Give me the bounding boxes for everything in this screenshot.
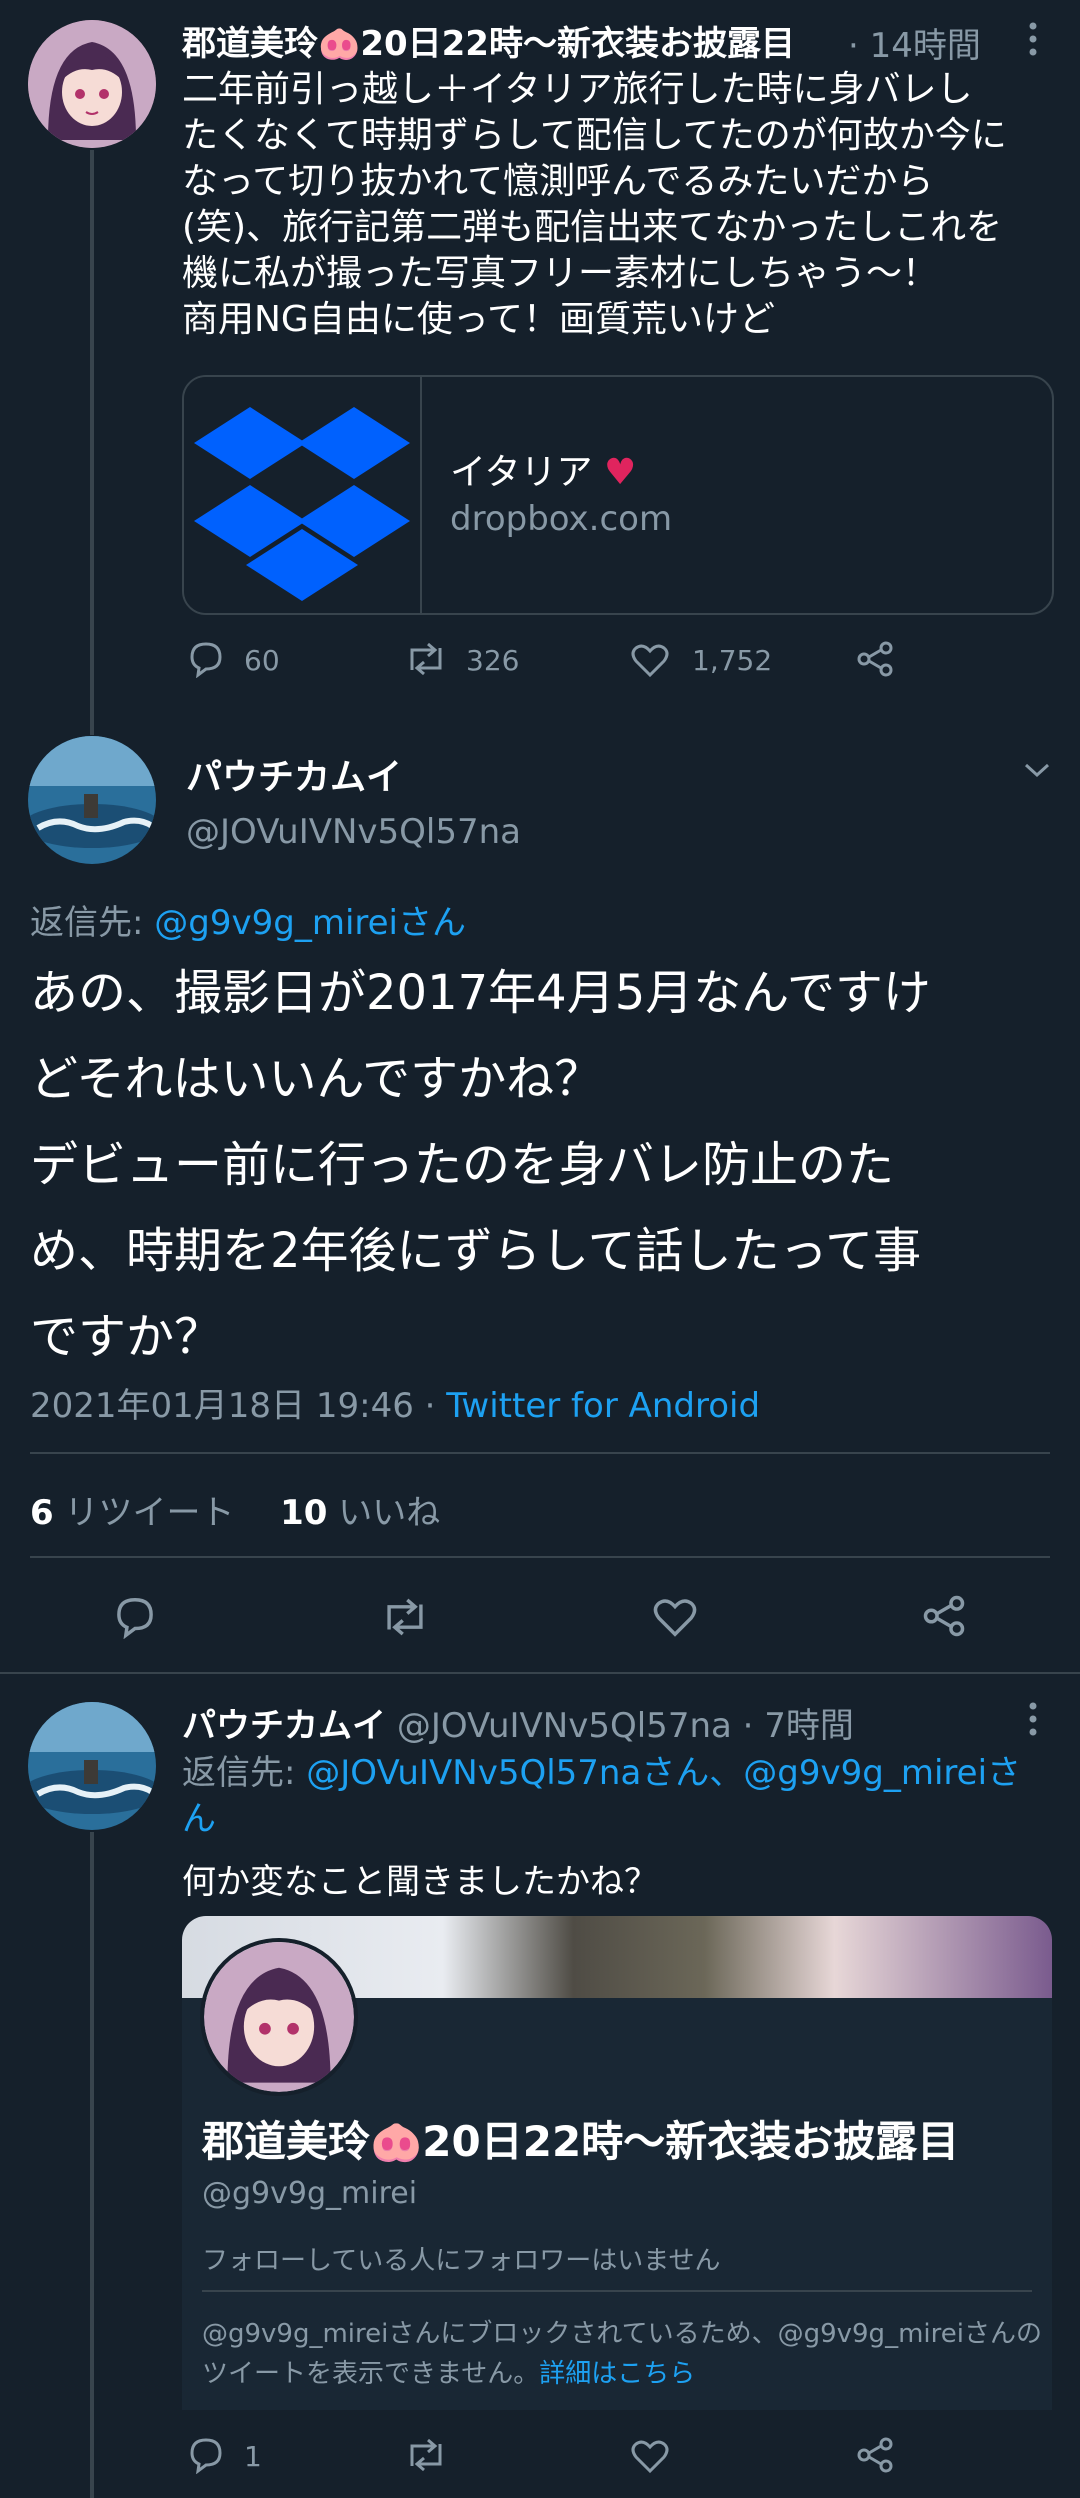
details-link[interactable]: 詳細はこちら (539, 2359, 695, 2389)
main-tweet-text: あの、撮影日が2017年4月5月なんですけ どそれはいいんですかね？ デビュー前… (30, 950, 931, 1380)
link-card[interactable]: イタリア ♥ dropbox.com (182, 375, 1054, 615)
author-name[interactable]: 郡道美玲🐽20日22時〜新衣装お披露目 (182, 16, 795, 65)
reply-to: 返信先: @JOVuIVNv5Ql57naさん、@g9v9g_mireiさ ん (182, 1750, 1021, 1842)
author-name[interactable]: パウチカムイ (182, 1706, 386, 1746)
tweet-text-line: 機に私が撮った写真フリー素材にしちゃう〜！ (182, 253, 939, 294)
more-options-icon[interactable] (1024, 1700, 1042, 1740)
avatar (200, 1938, 358, 2096)
thread-line (90, 1832, 94, 2498)
like-count: 1,752 (692, 644, 773, 677)
reply-icon[interactable] (186, 2436, 226, 2474)
followers-note: フォローしている人にフォロワーはいません (202, 2246, 721, 2276)
share-icon[interactable] (856, 2436, 894, 2474)
author-name[interactable]: パウチカムイ (186, 748, 402, 800)
tweet-client-link[interactable]: Twitter for Android (446, 1386, 760, 1426)
tweet-text-line: なって切り抜かれて憶測呼んでるみたいだから (182, 161, 934, 202)
heart-emoji-icon: ♥ (604, 452, 637, 493)
reply-to-link[interactable]: @JOVuIVNv5Ql57naさん、@g9v9g_mireiさ (306, 1753, 1021, 1793)
engagement-stats: 6 リツイート 10 いいね (30, 1485, 440, 1534)
reply-to-link[interactable]: @g9v9g_mireiさん (154, 903, 466, 943)
blocked-line: @g9v9g_mireiさんにブロックされているため、@g9v9g_mireiさ… (202, 2319, 1042, 2349)
like-icon[interactable] (652, 1596, 698, 1638)
tweet-text-line: 商用NG自由に使って！画質荒いけど (182, 299, 776, 340)
tweet-text-line: デビュー前に行ったのを身バレ防止のた (30, 1137, 895, 1193)
like-icon[interactable] (630, 642, 670, 678)
retweet-icon[interactable] (404, 2436, 448, 2474)
like-total: 10 (280, 1493, 328, 1533)
share-icon[interactable] (856, 640, 894, 678)
tweet-text-line: たくなくて時期ずらして配信してたのが何故か今に (182, 115, 1007, 156)
tweet-text-line: 二年前引っ越し＋イタリア旅行した時に身バレし (182, 69, 973, 110)
quoted-profile-card[interactable]: 郡道美玲🐽20日22時〜新衣装お披露目 @g9v9g_mirei フォローしてい… (182, 1916, 1052, 2410)
more-options-icon[interactable] (1024, 20, 1042, 60)
reply-to-link-cont[interactable]: ん (182, 1796, 1021, 1842)
tweet-text: 何か変なこと聞きましたかね？ (182, 1862, 658, 1902)
retweet-stat[interactable]: 6 リツイート (30, 1493, 245, 1533)
profile-handle: @g9v9g_mirei (202, 2176, 418, 2211)
tweet-text-line: あの、撮影日が2017年4月5月なんですけ (30, 965, 931, 1021)
card-domain: dropbox.com (450, 499, 673, 539)
reply-to-label: 返信先: (182, 1753, 296, 1793)
divider (202, 2290, 1032, 2292)
avatar[interactable] (28, 20, 156, 148)
divider (30, 1452, 1050, 1454)
reply-to: 返信先: @g9v9g_mireiさん (30, 895, 466, 944)
card-title: イタリア (450, 452, 593, 493)
avatar[interactable] (28, 1702, 156, 1830)
tweet-meta: 2021年01月18日 19:46 · Twitter for Android (30, 1378, 760, 1427)
like-icon[interactable] (630, 2438, 670, 2474)
tweet-text-line: (笑)、旅行記第二弾も配信出来てなかったしこれを (182, 207, 1003, 248)
retweet-total: 6 (30, 1493, 54, 1533)
reply-icon[interactable] (186, 640, 226, 678)
blocked-notice: @g9v9g_mireiさんにブロックされているため、@g9v9g_mireiさ… (202, 2314, 1042, 2394)
divider (30, 1556, 1050, 1558)
tweet-text-line: め、時期を2年後にずらして話したって事 (30, 1223, 922, 1279)
tweet-text-line: どそれはいいんですかね？ (30, 1051, 603, 1107)
reply-count: 60 (244, 644, 280, 677)
reply-count: 1 (244, 2440, 262, 2473)
like-label: いいね (338, 1493, 441, 1533)
tweet-text: 二年前引っ越し＋イタリア旅行した時に身バレし たくなくて時期ずらして配信してたの… (182, 67, 1007, 343)
tweet-text-line: ですか？ (30, 1309, 223, 1365)
retweet-label: リツイート (64, 1493, 235, 1533)
avatar[interactable] (28, 736, 156, 864)
share-icon[interactable] (922, 1594, 966, 1638)
reply-to-label: 返信先: (30, 903, 144, 943)
like-stat[interactable]: 10 いいね (280, 1493, 440, 1533)
tweet-timestamp: 2021年01月18日 19:46 · (30, 1386, 447, 1426)
dropbox-logo-icon (184, 377, 422, 613)
tweet-header: パウチカムイ @JOVuIVNv5Ql57na · 7時間 (182, 1698, 854, 1747)
retweet-count: 326 (466, 644, 520, 677)
reply-icon[interactable] (112, 1595, 158, 1639)
retweet-icon[interactable] (404, 640, 448, 678)
blocked-line: ツイートを表示できません。 (202, 2359, 540, 2389)
chevron-down-icon[interactable] (1022, 760, 1052, 780)
profile-name: 郡道美玲🐽20日22時〜新衣装お披露目 (202, 2117, 960, 2166)
thread-line (90, 150, 94, 735)
tweet-time: · 14時間 (848, 26, 981, 66)
divider (0, 1672, 1080, 1674)
author-handle-time[interactable]: @JOVuIVNv5Ql57na · 7時間 (397, 1706, 854, 1746)
retweet-icon[interactable] (380, 1595, 430, 1639)
author-handle[interactable]: @JOVuIVNv5Ql57na (186, 812, 521, 852)
